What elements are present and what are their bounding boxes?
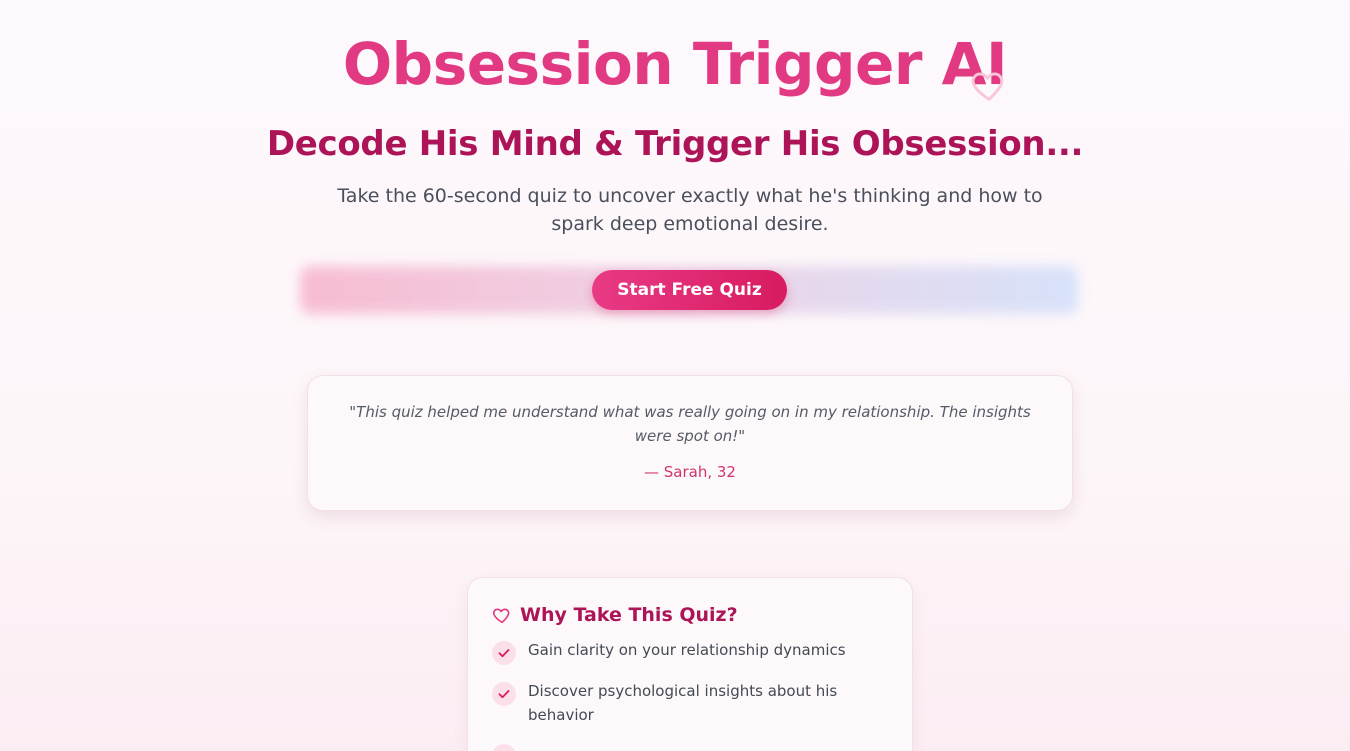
- list-item: Gain clarity on your relationship dynami…: [492, 638, 888, 665]
- page-subtitle: Decode His Mind & Trigger His Obsession.…: [266, 124, 1084, 164]
- why-title: Why Take This Quiz?: [520, 604, 738, 626]
- list-item: [492, 741, 888, 751]
- page-title: Obsession Trigger AI: [342, 30, 1008, 98]
- testimonial-card: "This quiz helped me understand what was…: [307, 375, 1073, 511]
- benefit-list: Gain clarity on your relationship dynami…: [492, 638, 888, 751]
- start-quiz-button[interactable]: Start Free Quiz: [592, 270, 787, 310]
- lead-text: Take the 60-second quiz to uncover exact…: [337, 185, 1043, 235]
- heart-icon: [971, 72, 1004, 101]
- testimonial-author: — Sarah, 32: [644, 463, 736, 481]
- heart-icon: [492, 608, 510, 624]
- testimonial-quote: "This quiz helped me understand what was…: [349, 403, 1031, 445]
- why-card: Why Take This Quiz? Gain clarity on your…: [467, 577, 913, 751]
- why-header: Why Take This Quiz?: [492, 604, 888, 626]
- check-icon: [492, 682, 516, 706]
- check-icon: [492, 744, 516, 751]
- benefit-text: Discover psychological insights about hi…: [528, 682, 838, 724]
- check-icon: [492, 641, 516, 665]
- list-item: Discover psychological insights about hi…: [492, 679, 888, 727]
- benefit-text: Gain clarity on your relationship dynami…: [528, 641, 846, 659]
